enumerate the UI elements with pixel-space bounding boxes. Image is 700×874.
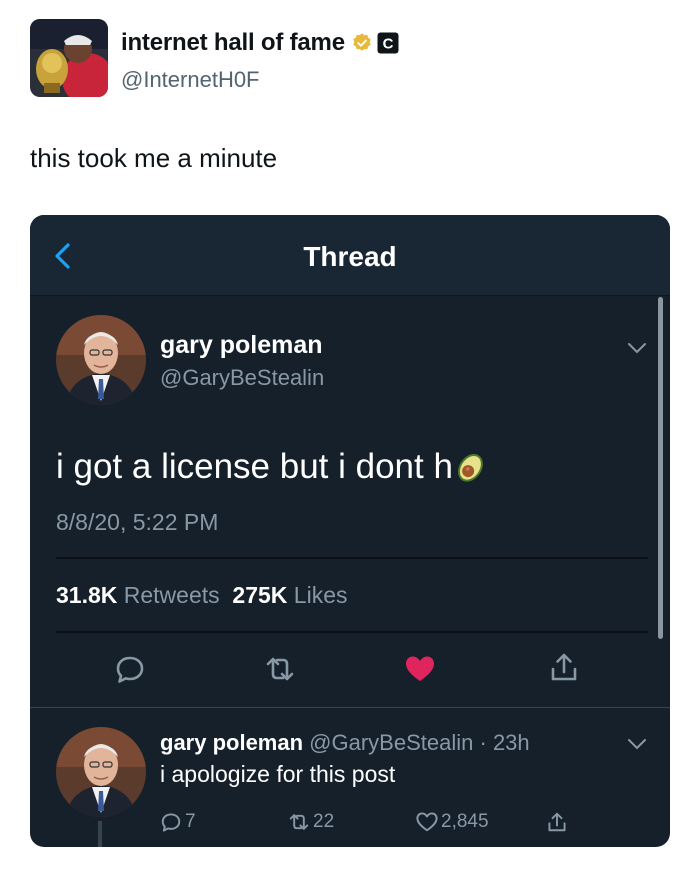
retweet-icon[interactable] <box>264 653 296 685</box>
outer-author-name[interactable]: internet hall of fame <box>121 29 345 57</box>
main-tweet-author-name[interactable]: gary poleman <box>160 331 323 360</box>
thread-nav-bar: Thread <box>30 215 670 296</box>
reply-reply-count: 7 <box>185 811 196 832</box>
like-count[interactable]: 275K <box>232 582 287 608</box>
main-tweet-timestamp[interactable]: 8/8/20, 5:22 PM <box>56 509 218 536</box>
main-tweet-text-content: i got a license but i dont h <box>56 447 453 486</box>
reply-author-handle[interactable]: @GaryBeStealin <box>309 730 473 755</box>
reply-like-count: 2,845 <box>441 811 489 832</box>
avocado-emoji-icon <box>457 454 483 482</box>
reply-share-action[interactable] <box>546 811 571 833</box>
main-tweet-author-handle[interactable]: @GaryBeStealin <box>160 365 324 391</box>
divider <box>30 707 670 708</box>
thread-connector-line <box>98 821 102 847</box>
reply-text: i apologize for this post <box>160 761 396 787</box>
reply-header: gary poleman @GaryBeStealin · 23h <box>160 730 530 756</box>
nav-title: Thread <box>303 241 397 272</box>
divider <box>56 631 648 633</box>
share-icon[interactable] <box>546 811 568 833</box>
reply-icon[interactable] <box>114 653 146 685</box>
reply-separator: · <box>479 730 487 755</box>
outer-tweet-header: internet hall of fame C @InternetH0F <box>30 19 670 99</box>
divider <box>56 557 648 559</box>
outer-avatar[interactable] <box>30 19 108 97</box>
outer-author-handle[interactable]: @InternetH0F <box>121 67 260 93</box>
chevron-down-icon[interactable] <box>626 737 648 751</box>
embedded-tweet-screenshot: Thread gary poleman @GaryBeStealin i got… <box>30 215 670 847</box>
main-tweet-text: i got a license but i dont h <box>56 447 487 487</box>
reply-icon[interactable] <box>160 811 182 833</box>
like-icon[interactable] <box>416 811 438 833</box>
scrollbar[interactable] <box>658 297 663 639</box>
affiliate-badge-icon[interactable]: C <box>377 32 399 54</box>
reply-like-action[interactable]: 2,845 <box>416 811 489 833</box>
verified-badge-icon <box>353 33 371 51</box>
affiliate-badge-letter: C <box>382 36 393 53</box>
reply-retweet-count: 22 <box>313 811 335 832</box>
reply-author-name[interactable]: gary poleman <box>160 730 303 755</box>
outer-tweet-text: this took me a minute <box>30 143 278 173</box>
main-tweet-stats: 31.8K Retweets 275K Likes <box>56 582 348 609</box>
main-tweet-avatar[interactable] <box>56 315 146 405</box>
share-icon[interactable] <box>548 651 580 683</box>
retweet-icon[interactable] <box>288 811 310 833</box>
reply-reply-action[interactable]: 7 <box>160 811 196 833</box>
retweet-count[interactable]: 31.8K <box>56 582 117 608</box>
like-icon-filled[interactable] <box>404 653 436 685</box>
reply-avatar[interactable] <box>56 727 146 817</box>
like-label[interactable]: Likes <box>294 582 348 608</box>
retweet-label[interactable]: Retweets <box>124 582 220 608</box>
reply-retweet-action[interactable]: 22 <box>288 811 334 833</box>
reply-time[interactable]: 23h <box>493 730 530 755</box>
chevron-down-icon[interactable] <box>626 341 648 355</box>
